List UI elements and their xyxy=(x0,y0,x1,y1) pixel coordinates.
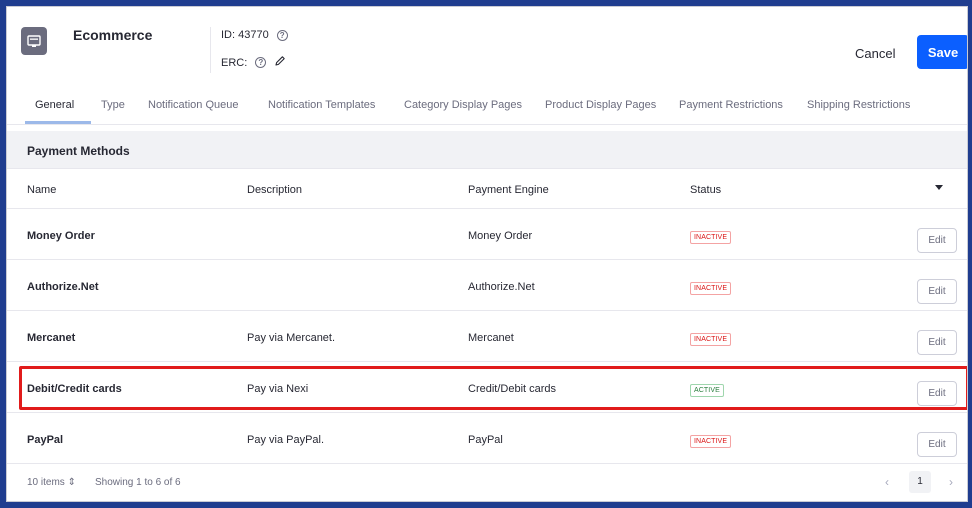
active-tab-indicator xyxy=(25,121,91,124)
page-title: Ecommerce xyxy=(73,27,153,43)
caret-down-icon[interactable] xyxy=(935,185,943,190)
chevron-left-icon[interactable]: ‹ xyxy=(885,475,889,489)
help-icon[interactable]: ? xyxy=(276,29,288,41)
save-button[interactable]: Save xyxy=(917,35,967,69)
highlight-annotation xyxy=(19,366,967,410)
tab-notification-queue[interactable]: Notification Queue xyxy=(148,99,239,111)
erc-meta: ERC: ? xyxy=(221,55,286,70)
row-payment-engine: PayPal xyxy=(468,434,503,446)
table-footer: 10 items ⇕ Showing 1 to 6 of 6 ‹ 1 › xyxy=(7,467,967,501)
table-row: Mercanet Pay via Mercanet. Mercanet INAC… xyxy=(7,311,967,362)
app-window: Ecommerce ID: 43770 ? ERC: ? Cancel Save… xyxy=(6,6,968,502)
tab-general[interactable]: General xyxy=(35,99,74,111)
status-badge: INACTIVE xyxy=(690,282,732,295)
row-name: Mercanet xyxy=(27,332,76,344)
pagination-summary: Showing 1 to 6 of 6 xyxy=(95,477,181,488)
chevron-right-icon[interactable]: › xyxy=(949,475,953,489)
edit-button[interactable]: Edit xyxy=(917,228,957,253)
items-per-page-select[interactable]: 10 items ⇕ xyxy=(27,477,76,488)
row-payment-engine: Money Order xyxy=(468,230,533,242)
row-description: Pay via PayPal. xyxy=(247,434,325,446)
pagination-page[interactable]: 1 xyxy=(909,471,931,493)
cancel-button[interactable]: Cancel xyxy=(855,41,895,65)
erc-label: ERC: xyxy=(221,56,248,69)
edit-button[interactable]: Edit xyxy=(917,330,957,355)
sort-arrows-icon: ⇕ xyxy=(67,477,76,488)
tab-type[interactable]: Type xyxy=(101,99,125,111)
status-badge: INACTIVE xyxy=(690,435,732,448)
column-header-status[interactable]: Status xyxy=(690,184,721,196)
edit-button[interactable]: Edit xyxy=(917,432,957,457)
edit-button[interactable]: Edit xyxy=(917,279,957,304)
items-per-page-label: 10 items xyxy=(27,477,65,488)
pencil-icon[interactable] xyxy=(274,55,286,70)
status-badge: INACTIVE xyxy=(690,231,732,244)
row-payment-engine: Authorize.Net xyxy=(468,281,535,293)
tab-bar: General Type Notification Queue Notifica… xyxy=(7,93,967,125)
help-icon[interactable]: ? xyxy=(255,57,267,68)
row-payment-engine: Mercanet xyxy=(468,332,514,344)
status-badge: INACTIVE xyxy=(690,333,732,346)
table-row: Money Order Money Order INACTIVE Edit xyxy=(7,209,967,260)
tab-notification-templates[interactable]: Notification Templates xyxy=(268,99,375,111)
row-name: Authorize.Net xyxy=(27,281,99,293)
id-meta: ID: 43770 ? xyxy=(221,29,288,41)
row-name: PayPal xyxy=(27,434,64,446)
page-header: Ecommerce ID: 43770 ? ERC: ? Cancel Save xyxy=(7,7,967,93)
column-header-description[interactable]: Description xyxy=(247,184,302,196)
header-divider xyxy=(210,27,211,73)
column-header-name[interactable]: Name xyxy=(27,184,56,196)
table-header: Name Description Payment Engine Status xyxy=(7,169,967,209)
tab-product-display-pages[interactable]: Product Display Pages xyxy=(545,99,656,111)
row-name: Money Order xyxy=(27,230,95,242)
tab-shipping-restrictions[interactable]: Shipping Restrictions xyxy=(807,99,910,111)
tab-payment-restrictions[interactable]: Payment Restrictions xyxy=(679,99,783,111)
row-description: Pay via Mercanet. xyxy=(247,332,336,344)
section-title: Payment Methods xyxy=(7,131,967,169)
id-label: ID: 43770 xyxy=(221,29,269,41)
column-header-payment-engine[interactable]: Payment Engine xyxy=(468,184,549,196)
tab-category-display-pages[interactable]: Category Display Pages xyxy=(404,99,522,111)
app-card-icon xyxy=(21,27,47,55)
table-row: Authorize.Net Authorize.Net INACTIVE Edi… xyxy=(7,260,967,311)
table-row: PayPal Pay via PayPal. PayPal INACTIVE E… xyxy=(7,413,967,464)
